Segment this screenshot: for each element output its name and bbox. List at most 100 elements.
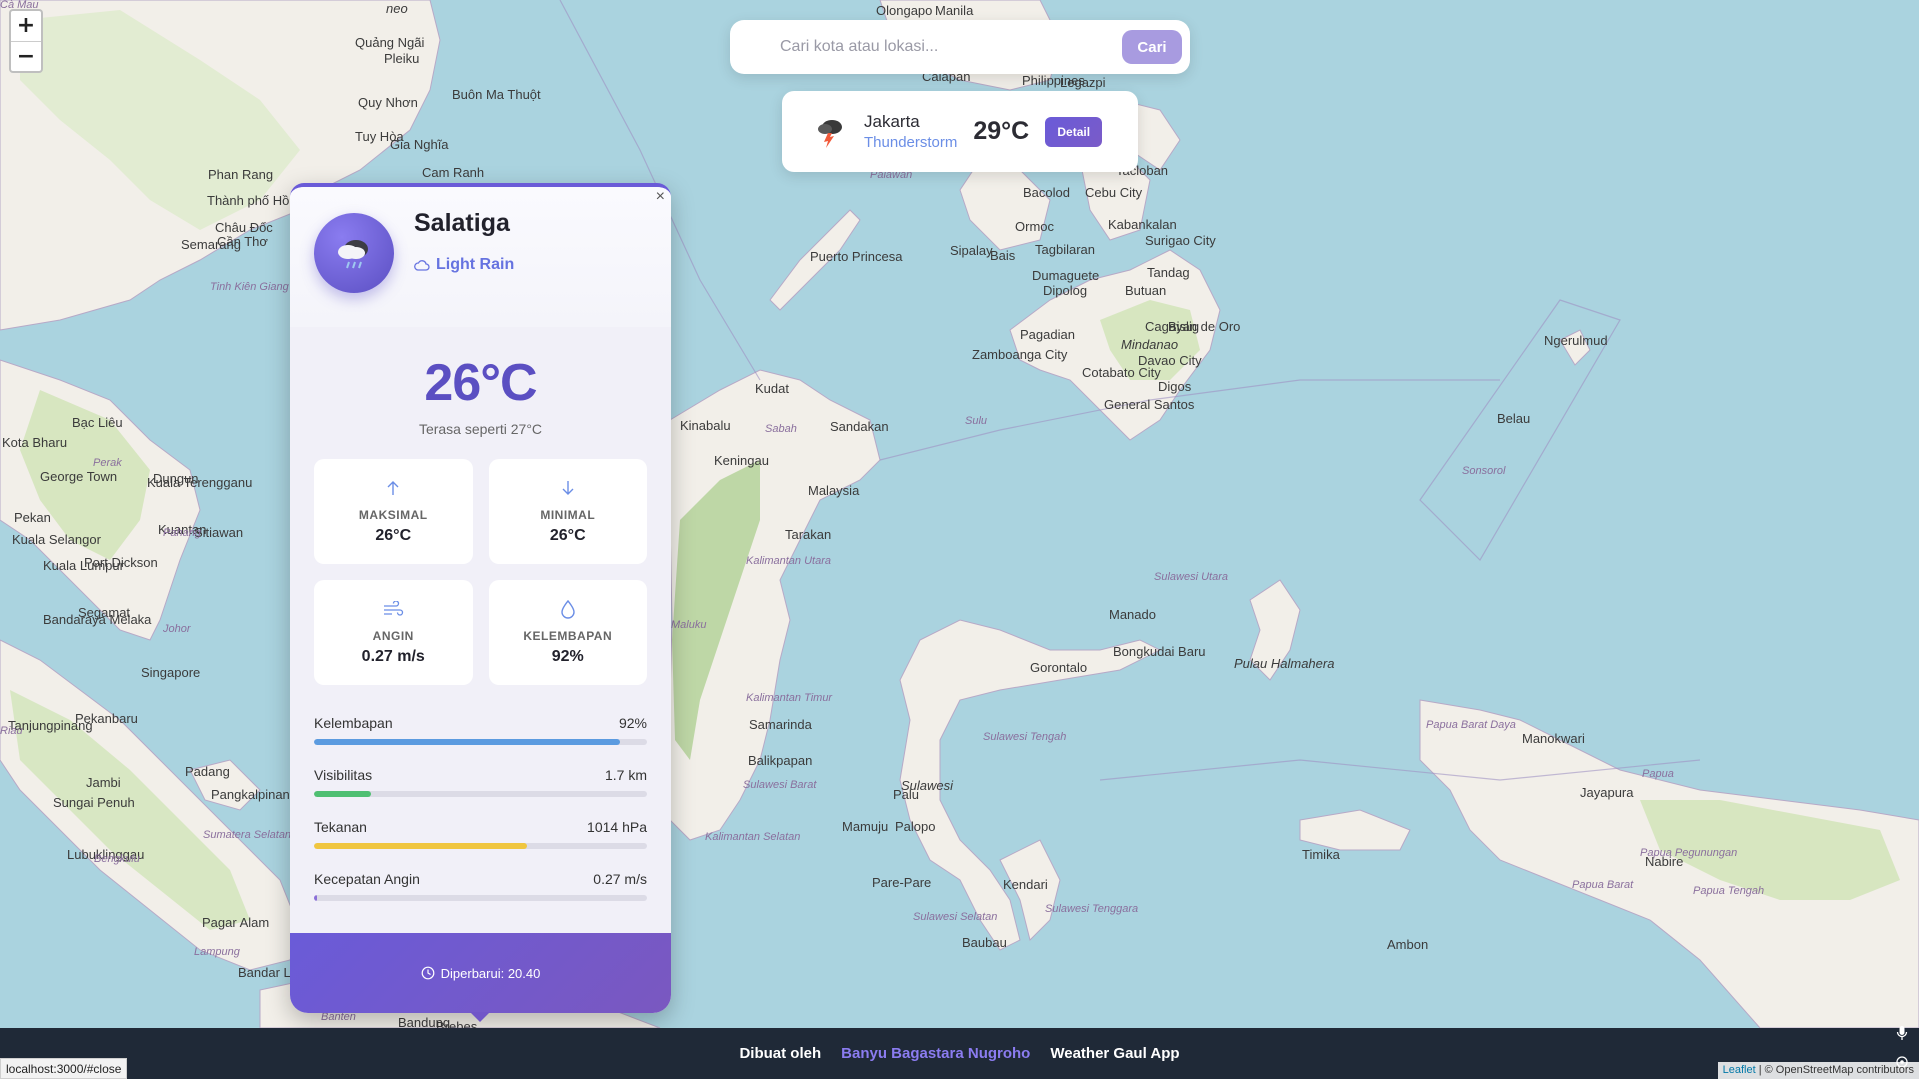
map-label: Tandag [1147,265,1190,280]
microphone-icon[interactable] [1891,1022,1913,1044]
map-label: Dungun [153,471,199,486]
search-button[interactable]: Cari [1122,30,1182,64]
map-label: Palopo [895,819,936,834]
page-footer: Dibuat oleh Banyu Bagastara Nugroho Weat… [0,1028,1919,1079]
cloud-icon [414,260,430,271]
map-label: Sulawesi [901,778,954,793]
map-label: Pare-Pare [872,875,932,890]
map-label: Cam Ranh [422,165,485,180]
arrow-up-icon [387,481,399,495]
map-label: Kendari [1003,877,1048,892]
map-label: Tarakan [785,527,832,542]
map-label: George Town [40,469,118,484]
map-label: Ormoc [1015,219,1054,234]
map-label: Semarang [181,237,241,252]
bar-value: 1.7 km [604,767,647,783]
map-label: Port Dickson [84,555,158,570]
stat-max-label: MAKSIMAL [358,508,428,522]
status-bar-url: localhost:3000/#close [0,1058,128,1079]
detail-button[interactable]: Detail [1045,116,1103,147]
current-city-card: Jakarta Thunderstorm 29°C Detail [782,91,1138,172]
map-label: Sipalay [950,243,993,258]
map-label: Pahang [163,527,201,539]
map-label: Gia Nghĩa [390,137,449,152]
map-label: Kota Bharu [2,435,68,450]
zoom-in-button[interactable]: + [11,11,41,41]
map-label: Mindanao [1121,337,1179,352]
map-label: Kudat [755,381,789,396]
current-city-temperature: 29°C [973,117,1030,145]
bar-fill [314,895,318,901]
map-label: Butuan [1125,283,1167,298]
map-label: Bais [990,248,1016,263]
popup-pointer [470,1012,490,1022]
stat-wind-value: 0.27 m/s [361,648,425,665]
map-label: Belau [1497,411,1531,426]
map-label: Sonsorol [1462,465,1506,477]
bar-pressure: Tekanan 1014 hPa [314,819,647,849]
popup-body: 26°C Terasa seperti 27°C MAKSIMAL 26°C M… [290,327,671,937]
map-label: Zamboanga City [972,347,1068,362]
metric-bars: Kelembapan 92% Visibilitas 1.7 km Tekana… [314,715,647,901]
map-label: Ambon [1387,937,1429,952]
map-label: Buôn Ma Thuột [452,87,541,102]
popup-header: Salatiga Light Rain [290,187,671,327]
map-label: Châu Đốc [215,220,273,235]
map-label: Balikpapan [748,753,813,768]
map-label: Puerto Princesa [810,249,903,264]
bar-value: 92% [618,715,647,731]
zoom-control: + − [9,9,43,73]
map-label: Digos [1158,379,1192,394]
zoom-out-button[interactable]: − [11,41,41,71]
map-label: Tinh Kiên Giang [210,281,289,293]
stat-wind: ANGIN 0.27 m/s [314,580,473,685]
leaflet-link[interactable]: Leaflet [1723,1064,1756,1076]
footer-author-link[interactable]: Banyu Bagastara Nugroho [841,1045,1030,1062]
map-label: Bislig [1168,319,1200,334]
bar-track [314,791,647,797]
bar-track [314,843,647,849]
map-label: Sungai Penuh [53,795,135,810]
map-label: Papua Barat Daya [1426,719,1516,731]
map-label: Cebu City [1085,185,1143,200]
map-label: Padang [185,764,230,779]
map-label: Nabire [1645,854,1684,869]
thunderstorm-icon [818,119,842,148]
map-label: Sulu [965,415,988,427]
bar-label: Tekanan [314,819,367,835]
map-label: Kinabalu [680,418,731,433]
stat-humidity-label: KELEMBAPAN [523,629,613,643]
map-attribution: Leaflet | © OpenStreetMap contributors [1717,1062,1919,1079]
map-label: Maluku [671,619,707,631]
map-label: Phan Rang [208,167,274,182]
search-bar: Cari [730,20,1190,74]
map-label: Riau [0,725,23,737]
map-label: Sulawesi Tenggara [1045,903,1139,915]
map-label: Olongapo [876,3,933,18]
footer-made-by: Dibuat oleh [739,1045,822,1062]
map-label: Samarinda [749,717,812,732]
map-label: Banten [321,1011,356,1023]
weather-popup: × Salatiga Light Rain 26°C Terasa sepert… [290,183,671,1013]
map-label: Bạc Liêu [72,415,123,430]
map-label: Jambi [86,775,121,790]
feels-like: Terasa seperti 27°C [418,421,543,437]
map-label: Sumatera Selatan [203,829,292,841]
stat-humidity-value: 92% [551,648,584,665]
bar-label: Kecepatan Angin [314,871,420,887]
map-label: Kabankalan [1108,217,1177,232]
map-label: Timika [1302,847,1340,862]
map-label: Singapore [141,665,201,680]
map-label: Sulawesi Utara [1154,571,1228,583]
map-label: Kalimantan Timur [746,692,833,704]
bar-humidity: Kelembapan 92% [314,715,647,745]
bar-fill [314,739,621,745]
popup-close-button[interactable]: × [656,189,665,205]
footer-app-name: Weather Gaul App [1050,1045,1180,1062]
map-label: General Santos [1104,397,1195,412]
bar-value: 0.27 m/s [593,871,647,887]
search-input[interactable] [780,38,1122,56]
map-label: Pagadian [1020,327,1075,342]
map-label: Legazpi [1060,75,1106,90]
wind-icon [384,601,404,616]
